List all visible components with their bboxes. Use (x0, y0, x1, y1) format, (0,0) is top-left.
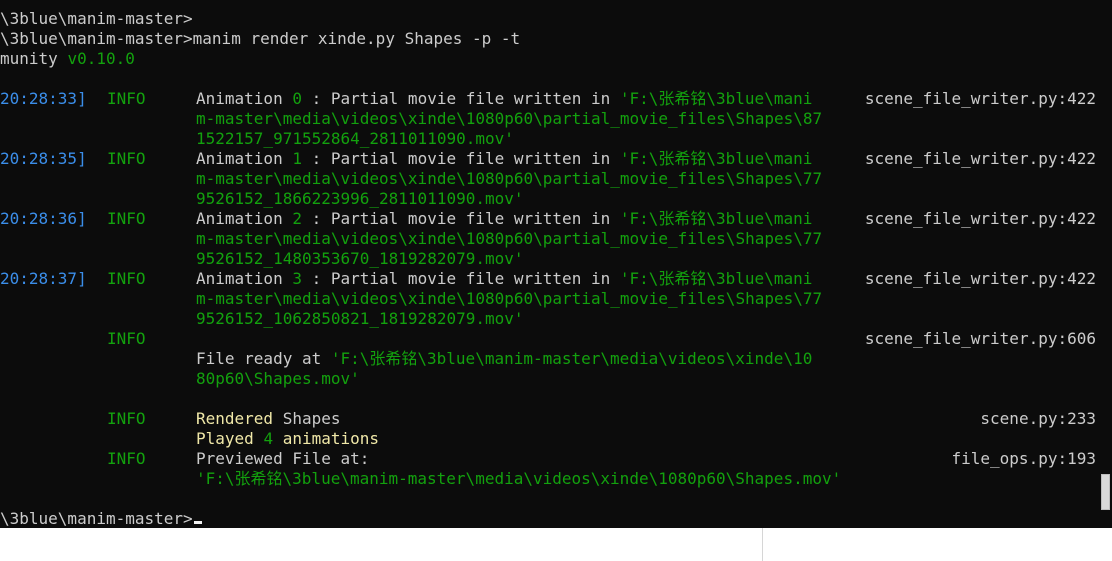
message-text: Rendered (196, 409, 283, 428)
file-path-cont: m-master\media\videos\xinde\1080p60\part… (196, 109, 823, 128)
scrollbar-thumb[interactable] (1101, 474, 1110, 510)
animation-count: 4 (263, 429, 274, 448)
message-text: Animation (196, 209, 293, 228)
message-text: Animation (196, 89, 293, 108)
log-timestamp: 20:28:33] (0, 89, 87, 108)
played-message: Played 4 animations (196, 429, 379, 449)
text-cursor (193, 521, 202, 524)
file-path: 'F:\张希铭\3blue\mani (619, 89, 813, 108)
message-text: : Partial movie file written in (301, 209, 620, 228)
animation-number: 1 (292, 149, 302, 168)
file-path-cont: m-master\media\videos\xinde\1080p60\part… (196, 169, 823, 188)
file-path-cont: 9526152_1480353670_1819282079.mov' (196, 249, 524, 268)
log-timestamp: 20:28:35] (0, 149, 87, 168)
version-prefix: munity (0, 49, 68, 68)
log-source: scene_file_writer.py:606 (864, 329, 1096, 348)
scene-name: Shapes (282, 409, 341, 428)
log-source: scene.py:233 (980, 409, 1096, 428)
log-timestamp: 20:28:36] (0, 209, 87, 228)
log-level: INFO (107, 269, 146, 288)
message-text: : Partial movie file written in (301, 269, 620, 288)
message-text: animations (273, 429, 380, 448)
log-source: scene_file_writer.py:422 (864, 209, 1096, 228)
log-source: file_ops.py:193 (951, 449, 1097, 468)
log-message: Animation 3 : Partial movie file written… (196, 269, 812, 289)
file-path-cont: m-master\media\videos\xinde\1080p60\part… (196, 229, 823, 248)
log-level: INFO (107, 209, 146, 228)
divider (762, 528, 763, 561)
log-message: Animation 0 : Partial movie file written… (196, 89, 812, 109)
previewed-message: Previewed File at: (196, 449, 370, 468)
message-text: : Partial movie file written in (301, 89, 620, 108)
log-source: scene_file_writer.py:422 (864, 89, 1096, 108)
animation-number: 0 (292, 89, 302, 108)
log-source: scene_file_writer.py:422 (864, 149, 1096, 168)
file-path-cont: 1522157_971552864_2811011090.mov' (196, 129, 514, 148)
file-ready-message: File ready at 'F:\张希铭\3blue\manim-master… (196, 349, 812, 369)
file-path-cont: 9526152_1866223996_2811011090.mov' (196, 189, 524, 208)
message-text: Animation (196, 269, 293, 288)
message-text: Animation (196, 149, 293, 168)
rendered-message: Rendered Shapes (196, 409, 341, 429)
log-timestamp: 20:28:37] (0, 269, 87, 288)
version-line: munity v0.10.0 (0, 49, 135, 69)
prompt-text: \3blue\manim-master> (0, 509, 193, 528)
file-path: 'F:\张希铭\3blue\manim-master\media\videos\… (196, 469, 842, 488)
file-path: 'F:\张希铭\3blue\mani (619, 209, 813, 228)
file-path: 'F:\张希铭\3blue\mani (619, 149, 813, 168)
command-line: \3blue\manim-master>manim render xinde.p… (0, 29, 521, 48)
animation-number: 3 (292, 269, 302, 288)
terminal-window[interactable]: \3blue\manim-master> \3blue\manim-master… (0, 0, 1112, 528)
log-level: INFO (107, 89, 146, 108)
file-path-cont: m-master\media\videos\xinde\1080p60\part… (196, 289, 823, 308)
final-prompt[interactable]: \3blue\manim-master> (0, 509, 202, 528)
log-level: INFO (107, 409, 146, 428)
log-level: INFO (107, 329, 146, 348)
log-level: INFO (107, 149, 146, 168)
log-message: Animation 2 : Partial movie file written… (196, 209, 812, 229)
file-path-cont: 9526152_1062850821_1819282079.mov' (196, 309, 524, 328)
log-source: scene_file_writer.py:422 (864, 269, 1096, 288)
animation-number: 2 (292, 209, 302, 228)
file-path: 'F:\张希铭\3blue\mani (619, 269, 813, 288)
message-text: File ready at (196, 349, 331, 368)
log-message: Animation 1 : Partial movie file written… (196, 149, 812, 169)
prompt-line: \3blue\manim-master> (0, 9, 193, 28)
file-path-cont: 80p60\Shapes.mov' (196, 369, 360, 388)
file-path: 'F:\张希铭\3blue\manim-master\media\videos\… (330, 349, 813, 368)
version-number: v0.10.0 (67, 49, 135, 68)
log-level: INFO (107, 449, 146, 468)
message-text: Played (196, 429, 264, 448)
message-text: : Partial movie file written in (301, 149, 620, 168)
